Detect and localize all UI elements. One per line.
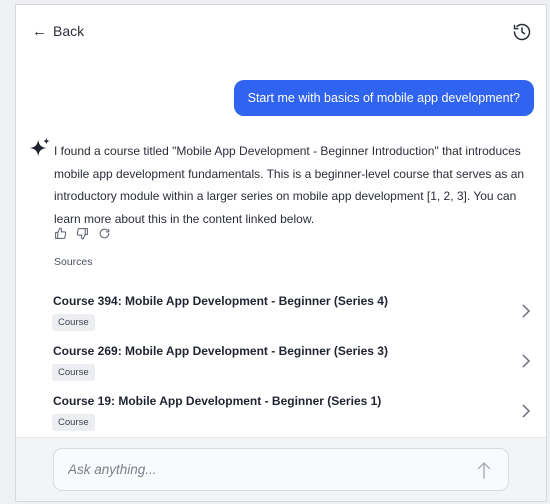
thumbs-down-icon[interactable] [76,227,89,240]
ask-input[interactable] [68,449,448,490]
source-tag: Course [52,314,95,331]
back-label: Back [53,23,85,39]
composer-area [16,437,546,501]
user-message: Start me with basics of mobile app devel… [233,80,534,116]
sources-label: Sources [54,256,93,268]
chevron-right-icon [522,354,531,368]
source-title: Course 394: Mobile App Development - Beg… [53,294,388,308]
arrow-up-icon[interactable] [476,461,492,479]
history-icon[interactable] [512,22,532,42]
source-item[interactable]: Course 394: Mobile App Development - Beg… [39,294,537,338]
assistant-message: I found a course titled "Mobile App Deve… [54,144,525,226]
chevron-right-icon [522,404,531,418]
back-button[interactable]: ← Back [32,23,84,39]
chat-panel: ← Back Start me with basics of mobile ap… [15,4,547,502]
arrow-left-icon: ← [32,22,47,40]
sparkle-icon [29,137,50,157]
source-title: Course 269: Mobile App Development - Beg… [53,344,388,358]
source-item[interactable]: Course 269: Mobile App Development - Beg… [39,344,537,388]
chevron-right-icon [522,304,531,318]
source-tag: Course [52,364,95,381]
source-item[interactable]: Course 19: Mobile App Development - Begi… [39,394,537,438]
thumbs-up-icon[interactable] [54,227,67,240]
source-title: Course 19: Mobile App Development - Begi… [53,394,382,408]
top-bar: ← Back [16,5,546,55]
composer-box [53,448,509,491]
feedback-bar [54,227,111,240]
regenerate-icon[interactable] [98,227,111,240]
source-tag: Course [52,414,95,431]
